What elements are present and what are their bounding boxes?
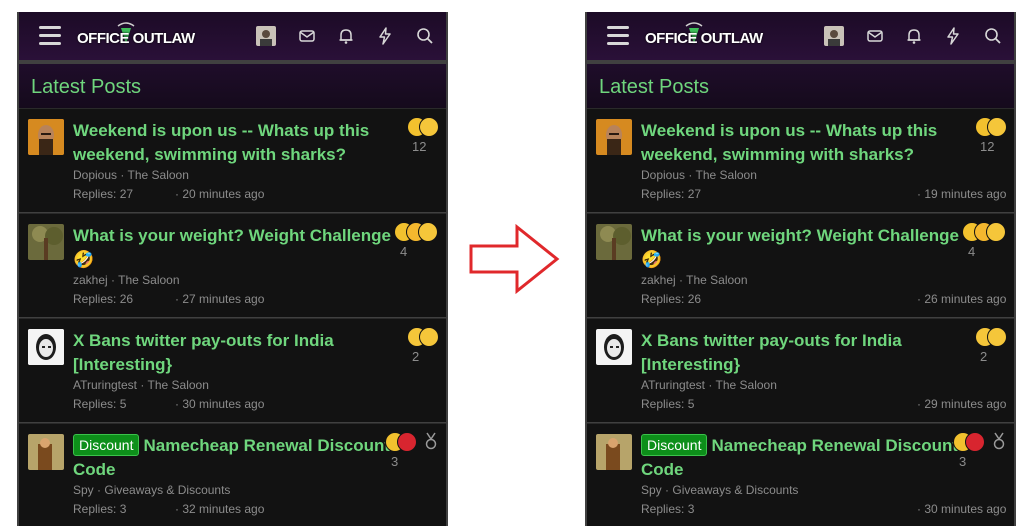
laughing-icon: [986, 222, 1006, 242]
laughing-icon: [419, 117, 439, 137]
post-item[interactable]: X Bans twitter pay-outs for India [Inter…: [19, 318, 446, 422]
post-title[interactable]: What is your weight? Weight Challenge 🤣: [641, 224, 959, 272]
author-avatar[interactable]: [596, 434, 632, 470]
reaction-count: 12: [980, 139, 995, 154]
reply-count: Replies: 3: [641, 502, 695, 516]
post-time[interactable]: · 20 minutes ago: [175, 187, 264, 201]
author-avatar[interactable]: [28, 224, 64, 260]
medal-icon: [993, 432, 1005, 450]
post-item[interactable]: Weekend is upon us -- Whats up this week…: [587, 108, 1014, 212]
bolt-icon[interactable]: [375, 26, 395, 46]
menu-icon[interactable]: [607, 26, 629, 46]
heart-icon: [965, 432, 985, 452]
author-avatar[interactable]: [28, 434, 64, 470]
post-title[interactable]: X Bans twitter pay-outs for India [Inter…: [73, 329, 391, 377]
post-item[interactable]: X Bans twitter pay-outs for India [Inter…: [587, 318, 1014, 422]
post-title[interactable]: Discount Namecheap Renewal Discount Code: [641, 434, 959, 482]
reaction-count: 3: [959, 454, 967, 469]
section-title: Latest Posts: [599, 76, 710, 98]
post-time[interactable]: · 30 minutes ago: [175, 397, 264, 411]
post-forum[interactable]: The Saloon: [118, 273, 179, 287]
discount-badge[interactable]: Discount: [641, 434, 708, 456]
bolt-icon[interactable]: [943, 26, 963, 46]
site-logo[interactable]: OFFICE OUTLAW: [645, 22, 763, 52]
medal-icon: [425, 432, 437, 450]
post-time[interactable]: · 32 minutes ago: [175, 502, 264, 516]
author-avatar[interactable]: [596, 119, 632, 155]
reply-count: Replies: 3: [73, 502, 127, 516]
post-item[interactable]: Discount Namecheap Renewal Discount Code …: [587, 423, 1014, 526]
heart-icon: [397, 432, 417, 452]
post-title[interactable]: What is your weight? Weight Challenge 🤣: [73, 224, 391, 272]
reply-count: Replies: 26: [641, 292, 702, 306]
mail-icon[interactable]: [865, 26, 885, 46]
post-author[interactable]: zakhej: [641, 273, 676, 287]
mail-icon[interactable]: [297, 26, 317, 46]
author-avatar[interactable]: [28, 119, 64, 155]
reaction-count: 12: [412, 139, 427, 154]
laughing-icon: [419, 327, 439, 347]
laughing-icon: [987, 327, 1007, 347]
post-time[interactable]: · 27 minutes ago: [175, 292, 264, 306]
laughing-icon: [987, 117, 1007, 137]
search-icon[interactable]: [415, 26, 435, 46]
post-item[interactable]: What is your weight? Weight Challenge 🤣 …: [587, 213, 1014, 317]
latest-posts-header: Latest Posts: [19, 64, 446, 108]
reply-count: Replies: 27: [73, 187, 134, 201]
post-author[interactable]: Spy: [73, 483, 94, 497]
post-author[interactable]: ATruringtest: [73, 378, 137, 392]
post-title[interactable]: Discount Namecheap Renewal Discount Code: [73, 434, 391, 482]
after-screenshot: OFFICE OUTLAW Latest Posts Weekend is up…: [585, 12, 1016, 526]
reaction-count: 2: [412, 349, 420, 364]
post-item[interactable]: Weekend is upon us -- Whats up this week…: [19, 108, 446, 212]
reaction-count: 4: [400, 244, 408, 259]
post-title[interactable]: Weekend is upon us -- Whats up this week…: [73, 119, 391, 167]
post-title[interactable]: Weekend is upon us -- Whats up this week…: [641, 119, 959, 167]
post-time[interactable]: · 26 minutes ago: [917, 292, 1006, 306]
bell-icon[interactable]: [336, 26, 356, 46]
post-forum[interactable]: Giveaways & Discounts: [672, 483, 798, 497]
post-author[interactable]: ATruringtest: [641, 378, 705, 392]
post-author[interactable]: Spy: [641, 483, 662, 497]
post-item[interactable]: Discount Namecheap Renewal Discount Code …: [19, 423, 446, 526]
user-avatar[interactable]: [824, 26, 844, 46]
laughing-icon: [418, 222, 438, 242]
post-author[interactable]: zakhej: [73, 273, 108, 287]
site-header: OFFICE OUTLAW: [587, 12, 1014, 60]
latest-posts-header: Latest Posts: [587, 64, 1014, 108]
reply-count: Replies: 26: [73, 292, 134, 306]
post-title[interactable]: X Bans twitter pay-outs for India [Inter…: [641, 329, 959, 377]
post-forum[interactable]: The Saloon: [696, 168, 757, 182]
post-forum[interactable]: The Saloon: [128, 168, 189, 182]
post-forum[interactable]: Giveaways & Discounts: [104, 483, 230, 497]
post-forum[interactable]: The Saloon: [716, 378, 777, 392]
post-time[interactable]: · 30 minutes ago: [917, 502, 1006, 516]
user-avatar[interactable]: [256, 26, 276, 46]
before-screenshot: OFFICE OUTLAW Latest Posts Weekend is up…: [17, 12, 448, 526]
post-author[interactable]: Dopious: [73, 168, 117, 182]
post-forum[interactable]: The Saloon: [686, 273, 747, 287]
post-time[interactable]: · 19 minutes ago: [917, 187, 1006, 201]
author-avatar[interactable]: [28, 329, 64, 365]
reply-count: Replies: 27: [641, 187, 702, 201]
arrow-right-icon: [469, 224, 560, 294]
search-icon[interactable]: [983, 26, 1003, 46]
post-time[interactable]: · 29 minutes ago: [917, 397, 1006, 411]
bell-icon[interactable]: [904, 26, 924, 46]
reply-count: Replies: 5: [73, 397, 127, 411]
reaction-count: 2: [980, 349, 988, 364]
author-avatar[interactable]: [596, 329, 632, 365]
section-title: Latest Posts: [31, 76, 142, 98]
site-header: OFFICE OUTLAW: [19, 12, 446, 60]
reaction-count: 4: [968, 244, 976, 259]
post-forum[interactable]: The Saloon: [148, 378, 209, 392]
author-avatar[interactable]: [596, 224, 632, 260]
reply-count: Replies: 5: [641, 397, 695, 411]
post-item[interactable]: What is your weight? Weight Challenge 🤣 …: [19, 213, 446, 317]
discount-badge[interactable]: Discount: [73, 434, 140, 456]
site-logo[interactable]: OFFICE OUTLAW: [77, 22, 195, 52]
post-author[interactable]: Dopious: [641, 168, 685, 182]
menu-icon[interactable]: [39, 26, 61, 46]
reaction-count: 3: [391, 454, 399, 469]
